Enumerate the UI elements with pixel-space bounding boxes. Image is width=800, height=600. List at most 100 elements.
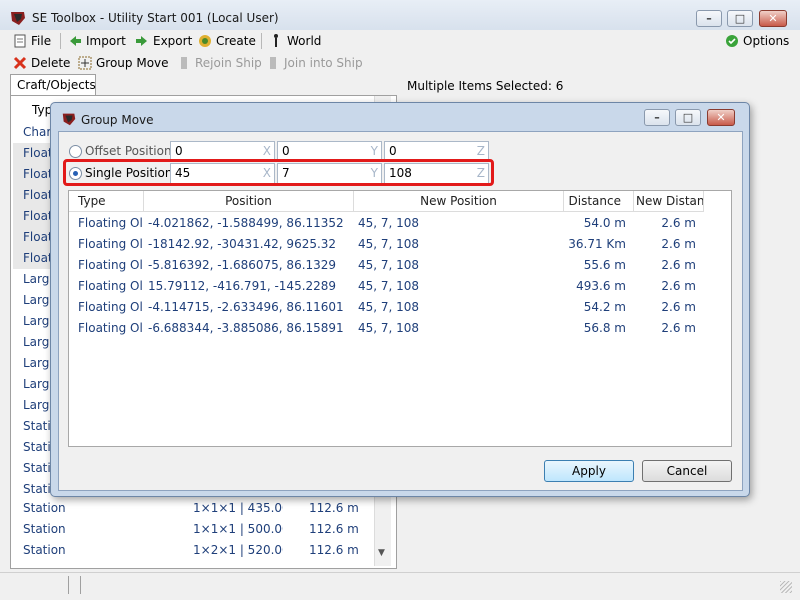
- list-cell-size[interactable]: 1×2×1 | 520.00 k: [193, 540, 283, 561]
- offset-position-radio[interactable]: [69, 145, 82, 158]
- minimize-button[interactable]: –: [696, 10, 722, 27]
- move-preview-grid[interactable]: Type Position New Position Distance New …: [68, 190, 732, 447]
- export-icon: [136, 36, 147, 46]
- tab-craft-objects[interactable]: Craft/Objects: [10, 74, 96, 96]
- minimize-icon: –: [654, 111, 660, 124]
- join-into-ship-label: Join into Ship: [284, 56, 363, 70]
- grid-cell-new-position[interactable]: 45, 7, 108: [358, 255, 558, 276]
- grid-cell-new-position[interactable]: 45, 7, 108: [358, 276, 558, 297]
- dialog-maximize-button[interactable]: □: [675, 109, 701, 126]
- list-cell-type[interactable]: Station: [23, 540, 83, 561]
- col-header-new-position[interactable]: New Position: [354, 191, 564, 212]
- options-button[interactable]: Options: [724, 30, 789, 52]
- col-header-type[interactable]: Type: [69, 191, 144, 212]
- list-item[interactable]: Float: [13, 143, 53, 164]
- rejoin-ship-icon: [181, 57, 187, 69]
- list-cell-type[interactable]: Station: [23, 498, 83, 519]
- world-button[interactable]: World: [268, 30, 321, 52]
- se-toolbox-logo-icon: [11, 12, 25, 25]
- grid-cell-distance[interactable]: 54.0 m: [564, 213, 626, 234]
- delete-button[interactable]: Delete: [12, 52, 70, 74]
- list-cell-dist[interactable]: 112.6 m: [309, 540, 369, 561]
- list-cell-size[interactable]: 1×1×1 | 500.00 k: [193, 519, 283, 540]
- col-header-distance[interactable]: Distance: [564, 191, 634, 212]
- grid-cell-distance[interactable]: 56.8 m: [564, 318, 626, 339]
- selection-summary: Multiple Items Selected: 6: [407, 79, 564, 93]
- maximize-button[interactable]: □: [727, 10, 753, 27]
- file-menu[interactable]: File: [12, 30, 51, 52]
- grid-cell-type[interactable]: Floating Ol: [78, 234, 144, 255]
- grid-cell-distance[interactable]: 54.2 m: [564, 297, 626, 318]
- grid-cell-new-position[interactable]: 45, 7, 108: [358, 297, 558, 318]
- join-into-ship-button[interactable]: Join into Ship: [265, 52, 363, 74]
- grid-cell-new-distance[interactable]: 2.6 m: [634, 213, 696, 234]
- resize-grip-icon[interactable]: [780, 581, 792, 593]
- apply-button[interactable]: Apply: [544, 460, 634, 482]
- list-cell-dist[interactable]: 112.6 m: [309, 498, 369, 519]
- offset-position-label: Offset Position:: [85, 144, 176, 158]
- grid-cell-distance[interactable]: 55.6 m: [564, 255, 626, 276]
- grid-cell-new-distance[interactable]: 2.6 m: [634, 255, 696, 276]
- delete-label: Delete: [31, 56, 71, 70]
- grid-cell-distance[interactable]: 493.6 m: [564, 276, 626, 297]
- list-item[interactable]: Float: [13, 248, 53, 269]
- dialog-close-button[interactable]: ✕: [707, 109, 735, 126]
- create-icon: [199, 35, 211, 47]
- list-cell-size[interactable]: 1×1×1 | 435.00 k: [193, 498, 283, 519]
- grid-cell-new-position[interactable]: 45, 7, 108: [358, 318, 558, 339]
- dialog-logo-icon: [62, 113, 76, 126]
- grid-cell-position[interactable]: -4.021862, -1.588499, 86.11352: [148, 213, 348, 234]
- window-title: SE Toolbox - Utility Start 001 (Local Us…: [32, 11, 279, 25]
- status-bar: [0, 572, 800, 600]
- grid-cell-type[interactable]: Floating Ol: [78, 318, 144, 339]
- options-label: Options: [743, 34, 790, 48]
- list-item[interactable]: Float: [13, 206, 53, 227]
- grid-cell-type[interactable]: Floating Ol: [78, 297, 144, 318]
- cancel-button[interactable]: Cancel: [642, 460, 732, 482]
- world-label: World: [287, 34, 322, 48]
- grid-cell-type[interactable]: Floating Ol: [78, 255, 144, 276]
- grid-cell-new-distance[interactable]: 2.6 m: [634, 234, 696, 255]
- grid-cell-position[interactable]: -6.688344, -3.885086, 86.15891: [148, 318, 348, 339]
- grid-cell-position[interactable]: -5.816392, -1.686075, 86.1329: [148, 255, 348, 276]
- window-title-bar: SE Toolbox - Utility Start 001 (Local Us…: [0, 0, 800, 34]
- col-header-new-distance[interactable]: New Distanc: [634, 191, 704, 212]
- rejoin-ship-label: Rejoin Ship: [195, 56, 262, 70]
- export-button[interactable]: Export: [134, 30, 192, 52]
- delete-x-icon: [13, 56, 27, 70]
- import-button[interactable]: Import: [67, 30, 126, 52]
- grid-cell-position[interactable]: -4.114715, -2.633496, 86.11601: [148, 297, 348, 318]
- grid-cell-new-distance[interactable]: 2.6 m: [634, 276, 696, 297]
- grid-cell-distance[interactable]: 36.71 Km: [564, 234, 626, 255]
- group-move-button[interactable]: Group Move: [77, 52, 169, 74]
- rejoin-ship-button[interactable]: Rejoin Ship: [176, 52, 262, 74]
- action-toolbar: Delete Group Move Rejoin Ship Join into …: [0, 52, 800, 74]
- grid-cell-new-position[interactable]: 45, 7, 108: [358, 213, 558, 234]
- close-button[interactable]: ✕: [759, 10, 787, 27]
- list-cell-dist[interactable]: 112.6 m: [309, 519, 369, 540]
- grid-cell-position[interactable]: 15.79112, -416.791, -145.2289: [148, 276, 348, 297]
- grid-cell-new-position[interactable]: 45, 7, 108: [358, 234, 558, 255]
- list-item[interactable]: Float: [13, 164, 53, 185]
- list-item[interactable]: Float: [13, 185, 53, 206]
- list-item[interactable]: Float: [13, 227, 53, 248]
- dialog-title: Group Move: [81, 113, 154, 127]
- group-move-icon: [78, 56, 92, 70]
- grid-cell-position[interactable]: -18142.92, -30431.42, 9625.32: [148, 234, 348, 255]
- single-position-highlight: [63, 159, 494, 186]
- grid-cell-type[interactable]: Floating Ol: [78, 213, 144, 234]
- scroll-down-icon[interactable]: ▼: [378, 548, 385, 558]
- status-separator: [80, 576, 81, 594]
- create-button[interactable]: Create: [197, 30, 256, 52]
- grid-cell-type[interactable]: Floating Ol: [78, 276, 144, 297]
- list-cell-type[interactable]: Station: [23, 519, 83, 540]
- col-header-position[interactable]: Position: [144, 191, 354, 212]
- axis-x-label: X: [262, 144, 271, 158]
- options-icon: [726, 35, 738, 47]
- group-move-label: Group Move: [96, 56, 169, 70]
- join-into-ship-icon: [270, 57, 276, 69]
- dialog-minimize-button[interactable]: –: [644, 109, 670, 126]
- grid-cell-new-distance[interactable]: 2.6 m: [634, 318, 696, 339]
- grid-cell-new-distance[interactable]: 2.6 m: [634, 297, 696, 318]
- maximize-icon: □: [734, 12, 746, 25]
